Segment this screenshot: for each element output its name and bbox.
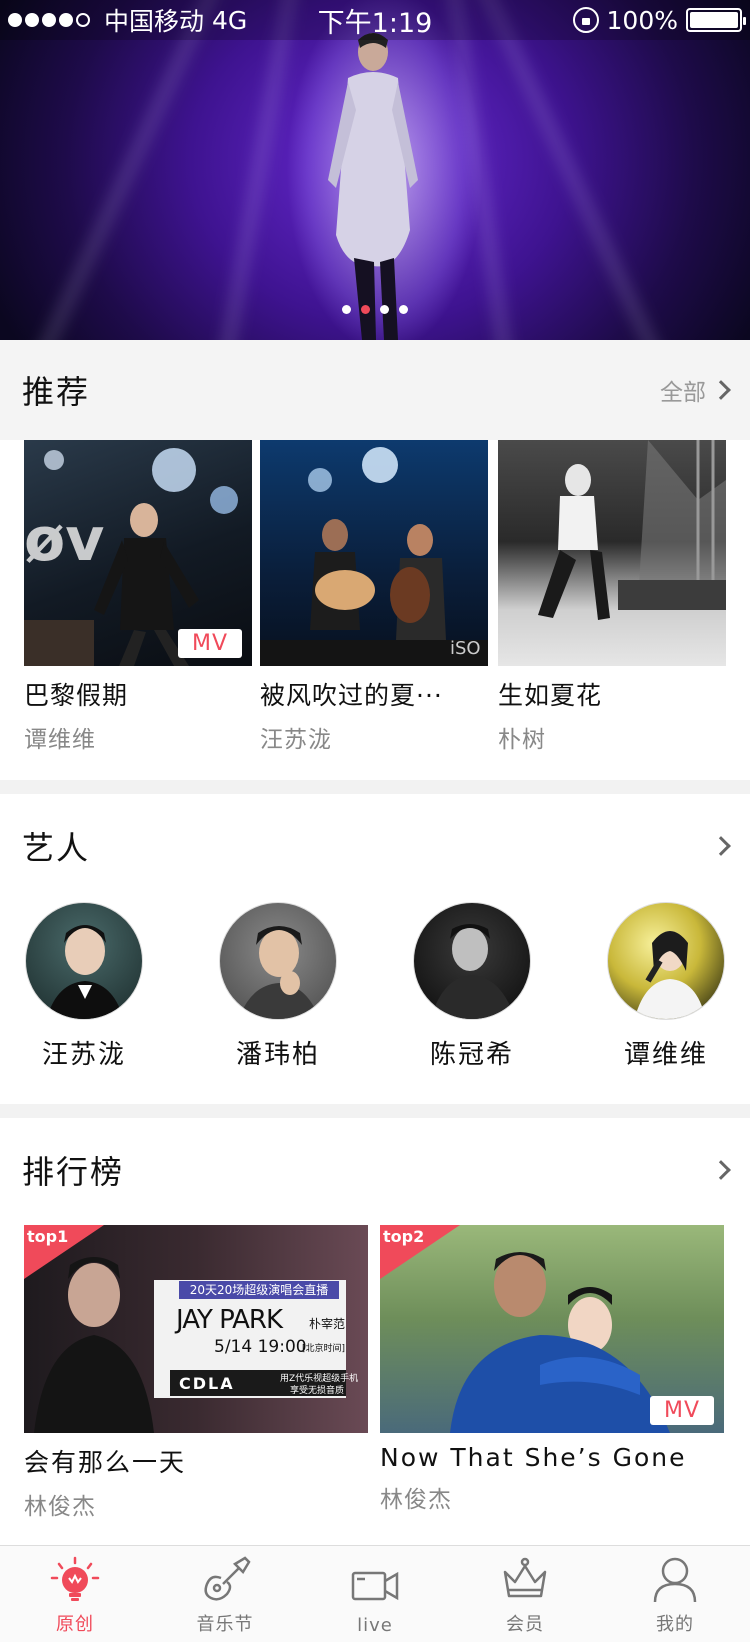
recommend-artist-name: 谭维维	[24, 727, 96, 753]
chevron-right-icon	[711, 836, 731, 856]
recommend-song-title: 巴黎假期	[24, 681, 129, 710]
ranking-more-link[interactable]	[711, 1160, 731, 1180]
artists-title: 艺人	[22, 829, 91, 867]
recommend-artist-name: 汪苏泷	[260, 727, 332, 753]
recommend-card[interactable]: iSO 被风吹过的夏··· 汪苏泷	[260, 440, 488, 754]
carousel-dot[interactable]	[380, 305, 389, 314]
section-divider	[0, 780, 750, 794]
ranking-title: 排行榜	[22, 1153, 125, 1191]
recommend-song-title: 被风吹过的夏···	[260, 681, 443, 710]
tab-label: 原创	[56, 1614, 94, 1635]
ranking-card[interactable]: 20天20场超级演唱会直播 JAY PARK 朴宰范 5/14 19:00 [北…	[24, 1225, 368, 1521]
artist-item[interactable]: 潘玮柏	[218, 902, 338, 1071]
poster-artist-name-cn: 朴宰范	[309, 1317, 346, 1331]
artists-header: 艺人	[0, 796, 750, 896]
bottom-tab-bar: 原创 音乐节 live 会员 我的	[0, 1545, 750, 1642]
avatar	[413, 902, 531, 1020]
recommend-cover-image: iSO	[260, 440, 488, 666]
user-icon	[653, 1557, 697, 1603]
status-bar: 中国移动 4G 下午1:19 100%	[0, 0, 750, 40]
chevron-right-icon	[711, 380, 731, 400]
avatar	[25, 902, 143, 1020]
avatar	[219, 902, 337, 1020]
chevron-right-icon	[711, 1160, 731, 1180]
rank-label: top2	[383, 1227, 425, 1246]
carousel-indicator[interactable]	[342, 305, 408, 314]
recommend-card[interactable]: 生如夏花 朴树	[498, 440, 726, 754]
avatar	[607, 902, 725, 1020]
crown-icon	[503, 1557, 547, 1598]
artist-name: 陈冠希	[429, 1040, 514, 1070]
recommend-header: 推荐 全部	[0, 340, 750, 440]
tab-music-festival[interactable]: 音乐节	[150, 1546, 300, 1642]
orientation-lock-icon	[572, 7, 599, 33]
tab-live[interactable]: live	[300, 1546, 450, 1642]
tab-label: 我的	[656, 1614, 694, 1635]
video-camera-icon	[351, 1571, 399, 1601]
artist-item[interactable]: 谭维维	[606, 902, 726, 1071]
poster-timezone: [北京时间]	[302, 1344, 346, 1354]
recommend-all-link[interactable]: 全部	[660, 373, 731, 407]
artist-name: 汪苏泷	[41, 1040, 126, 1070]
svg-text:øv: øv	[24, 505, 104, 575]
ranking-cover-image: 20天20场超级演唱会直播 JAY PARK 朴宰范 5/14 19:00 [北…	[24, 1225, 368, 1433]
mv-badge: MV	[177, 629, 242, 658]
recommend-title: 推荐	[22, 373, 91, 411]
svg-text:iSO: iSO	[450, 638, 481, 659]
ranking-song-title: 会有那么一天	[24, 1448, 187, 1477]
artist-item[interactable]: 陈冠希	[412, 902, 532, 1071]
recommend-artist-name: 朴树	[498, 727, 546, 753]
poster-brand: CDLA	[179, 1374, 235, 1393]
battery-icon	[686, 8, 746, 32]
poster-headline: 20天20场超级演唱会直播	[189, 1283, 329, 1297]
tab-membership[interactable]: 会员	[450, 1546, 600, 1642]
ranking-cover-image: top2 MV	[380, 1225, 724, 1433]
bulb-icon	[50, 1556, 100, 1601]
ranking-header: 排行榜	[0, 1120, 750, 1220]
section-divider	[0, 1104, 750, 1118]
app-screen: 中国移动 4G 下午1:19 100% 推荐 全部 øv MV 巴黎假期 谭维维…	[0, 0, 750, 1642]
tab-original[interactable]: 原创	[0, 1546, 150, 1642]
ranking-card[interactable]: top2 MV Now That She’s Gone 林俊杰	[380, 1225, 724, 1514]
carousel-dot-active[interactable]	[361, 305, 370, 314]
guitar-icon	[204, 1556, 251, 1601]
tab-mine[interactable]: 我的	[600, 1546, 750, 1642]
poster-datetime: 5/14 19:00	[214, 1337, 307, 1357]
poster-tagline-2: 享受无损音质	[290, 1386, 345, 1396]
artist-name: 谭维维	[623, 1040, 708, 1070]
artists-more-link[interactable]	[711, 836, 731, 856]
hero-banner[interactable]: 中国移动 4G 下午1:19 100%	[0, 0, 750, 340]
carousel-dot[interactable]	[399, 305, 408, 314]
recommend-song-title: 生如夏花	[498, 681, 603, 710]
ranking-artist-name: 林俊杰	[380, 1487, 452, 1513]
banner-performer-image	[328, 33, 418, 340]
tab-label: 会员	[506, 1614, 544, 1635]
tab-label: 音乐节	[196, 1614, 254, 1635]
recommend-card[interactable]: øv MV 巴黎假期 谭维维	[24, 440, 252, 754]
artist-item[interactable]: 汪苏泷	[24, 902, 144, 1071]
recommend-cover-image: øv MV	[24, 440, 252, 666]
poster-artist-name: JAY PARK	[176, 1305, 283, 1335]
ranking-song-title: Now That She’s Gone	[380, 1443, 687, 1472]
recommend-all-label: 全部	[660, 380, 706, 406]
rank-label: top1	[27, 1227, 69, 1246]
battery-percent: 100%	[606, 5, 678, 35]
mv-badge: MV	[649, 1396, 714, 1425]
ranking-artist-name: 林俊杰	[24, 1494, 96, 1520]
tab-label: live	[357, 1615, 393, 1636]
carousel-dot[interactable]	[342, 305, 351, 314]
artist-name: 潘玮柏	[235, 1040, 320, 1070]
recommend-cover-image	[498, 440, 726, 666]
